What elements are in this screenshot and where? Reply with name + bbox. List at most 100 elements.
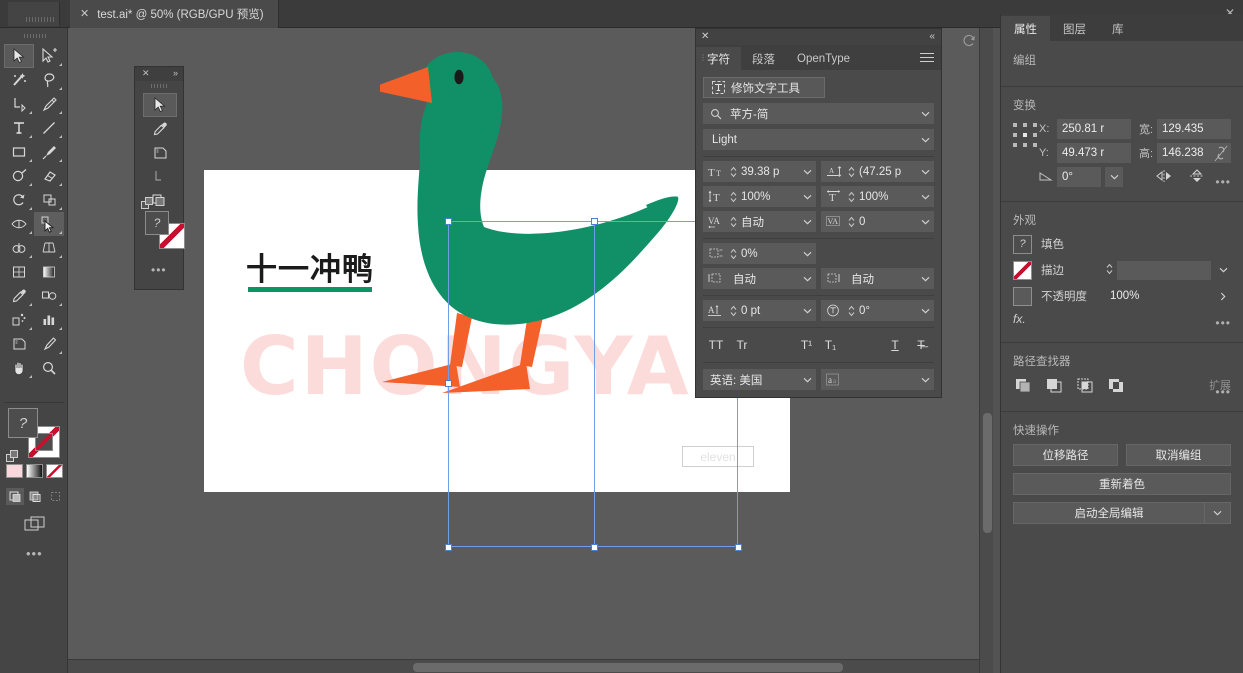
pathfinder-exclude-icon[interactable] xyxy=(1106,375,1128,395)
tab-paragraph[interactable]: 段落 xyxy=(741,47,786,70)
stroke-weight-control[interactable] xyxy=(1106,260,1231,280)
character-rotation-field[interactable]: 0° xyxy=(821,300,934,321)
left-aki-field[interactable]: 自动 xyxy=(703,268,816,289)
chevron-down-icon[interactable] xyxy=(1215,267,1231,273)
offset-path-button[interactable]: 位移路径 xyxy=(1013,444,1118,466)
chevron-down-icon[interactable] xyxy=(799,377,815,383)
shape-builder-tool[interactable] xyxy=(4,236,34,260)
scrollbar-thumb[interactable] xyxy=(983,413,992,533)
shaper-tool[interactable] xyxy=(4,164,34,188)
rotation-value[interactable]: 0° xyxy=(1057,167,1101,187)
selection-handle-ml[interactable] xyxy=(445,380,452,387)
vertical-scale-field[interactable]: T 100% xyxy=(703,186,816,207)
subscript-button[interactable]: T₁ xyxy=(819,335,843,355)
stepper-icon[interactable] xyxy=(728,166,739,178)
selection-tool[interactable] xyxy=(4,44,34,68)
stepper-icon[interactable] xyxy=(728,305,739,317)
floating-panel-header[interactable]: ✕ » xyxy=(135,67,183,81)
pathfinder-unite-icon[interactable] xyxy=(1013,375,1035,395)
none-mode-icon[interactable] xyxy=(46,464,63,478)
gradient-tool[interactable] xyxy=(34,260,64,284)
column-graph-tool[interactable] xyxy=(34,308,64,332)
language-field[interactable]: 英语: 美国 xyxy=(703,369,816,390)
close-icon[interactable]: ✕ xyxy=(80,8,89,20)
pathfinder-more-button[interactable]: ••• xyxy=(1215,385,1231,399)
font-style-field[interactable]: Light xyxy=(703,129,934,150)
floating-more-button[interactable]: ••• xyxy=(151,263,167,277)
blend-tool[interactable] xyxy=(34,284,64,308)
tab-libraries[interactable]: 库 xyxy=(1099,16,1137,41)
draw-inside-icon[interactable] xyxy=(46,488,64,505)
swap-fill-stroke-icon[interactable] xyxy=(6,450,19,463)
strikethrough-button[interactable]: T̶ xyxy=(908,335,934,355)
selection-handle-tl[interactable] xyxy=(445,218,452,225)
draw-behind-icon[interactable] xyxy=(26,488,44,505)
underline-button[interactable]: T xyxy=(882,335,908,355)
fill-swatch[interactable]: ? xyxy=(8,408,38,438)
collapse-icon[interactable]: « xyxy=(929,31,935,42)
stepper-icon[interactable] xyxy=(728,216,739,228)
line-segment-tool[interactable] xyxy=(34,116,64,140)
scrollbar-thumb[interactable] xyxy=(413,663,843,672)
lasso-tool[interactable] xyxy=(143,165,177,189)
chevron-down-icon[interactable] xyxy=(917,194,933,200)
chevron-down-icon[interactable] xyxy=(1105,167,1123,187)
all-caps-button[interactable]: TT xyxy=(703,335,729,355)
chevron-down-icon[interactable] xyxy=(799,194,815,200)
fill-swatch[interactable]: ? xyxy=(1013,234,1032,254)
hand-tool[interactable] xyxy=(4,356,34,380)
lasso-tool[interactable] xyxy=(34,68,64,92)
small-caps-button[interactable]: Tr xyxy=(729,335,755,355)
type-tool[interactable] xyxy=(4,116,34,140)
right-aki-field[interactable]: 自动 xyxy=(821,268,934,289)
flip-vertical-button[interactable] xyxy=(1189,168,1205,186)
draw-normal-icon[interactable] xyxy=(6,488,24,505)
link-dimensions-icon[interactable] xyxy=(1213,143,1229,166)
leading-field[interactable]: A (47.25 p xyxy=(821,161,934,182)
global-edit-button[interactable]: 启动全局编辑 xyxy=(1013,502,1205,524)
mesh-tool[interactable] xyxy=(4,260,34,284)
paintbrush-tool[interactable] xyxy=(34,140,64,164)
selection-handle-tc[interactable] xyxy=(591,218,598,225)
chevron-down-icon[interactable] xyxy=(917,276,933,282)
font-family-field[interactable]: 苹方-简 xyxy=(703,103,934,124)
curvature-tool[interactable] xyxy=(34,92,64,116)
horizontal-scale-field[interactable]: T 100% xyxy=(821,186,934,207)
chevron-down-icon[interactable] xyxy=(917,137,933,143)
zoom-tool[interactable] xyxy=(34,356,64,380)
chevron-down-icon[interactable] xyxy=(799,251,815,257)
fill-swatch[interactable]: ? xyxy=(145,211,169,235)
goose-artwork[interactable] xyxy=(380,45,690,555)
character-panel-titlebar[interactable]: ✕ « xyxy=(696,29,941,45)
toolbar-more-button[interactable]: ••• xyxy=(26,546,43,561)
chevron-down-icon[interactable] xyxy=(799,308,815,314)
pathfinder-minus-front-icon[interactable] xyxy=(1044,375,1066,395)
rotate-view-icon[interactable] xyxy=(961,34,977,48)
chevron-down-icon[interactable] xyxy=(799,276,815,282)
magic-wand-tool[interactable] xyxy=(4,68,34,92)
y-position-field[interactable]: Y: 49.473 r xyxy=(1039,143,1131,163)
free-transform-tool[interactable] xyxy=(34,212,64,236)
tracking-field[interactable]: VA 0 xyxy=(821,211,934,232)
canvas-horizontal-scrollbar[interactable] xyxy=(68,659,979,673)
close-icon[interactable]: ✕ xyxy=(142,68,150,79)
artboard-tool[interactable] xyxy=(4,332,34,356)
eleven-text-box[interactable]: eleven xyxy=(682,446,754,467)
transform-more-button[interactable]: ••• xyxy=(1215,175,1231,189)
eyedropper-tool[interactable] xyxy=(143,117,177,141)
chevron-right-icon[interactable] xyxy=(1215,292,1231,301)
expand-icon[interactable]: » xyxy=(173,68,178,78)
swap-fill-stroke-icon[interactable] xyxy=(141,197,154,210)
selection-handle-bl[interactable] xyxy=(445,544,452,551)
direct-selection-tool[interactable] xyxy=(34,44,64,68)
font-size-field[interactable]: TT 39.38 p xyxy=(703,161,816,182)
screen-mode-button[interactable] xyxy=(22,514,48,534)
stepper-icon[interactable] xyxy=(728,191,739,203)
x-position-field[interactable]: X: 250.81 r xyxy=(1039,119,1131,139)
gradient-mode-icon[interactable] xyxy=(26,464,43,478)
symbol-sprayer-tool[interactable] xyxy=(4,308,34,332)
tab-bar-drag-handle[interactable] xyxy=(8,2,60,26)
stepper-icon[interactable] xyxy=(1106,263,1113,278)
stepper-icon[interactable] xyxy=(846,191,857,203)
stepper-icon[interactable] xyxy=(728,248,739,260)
